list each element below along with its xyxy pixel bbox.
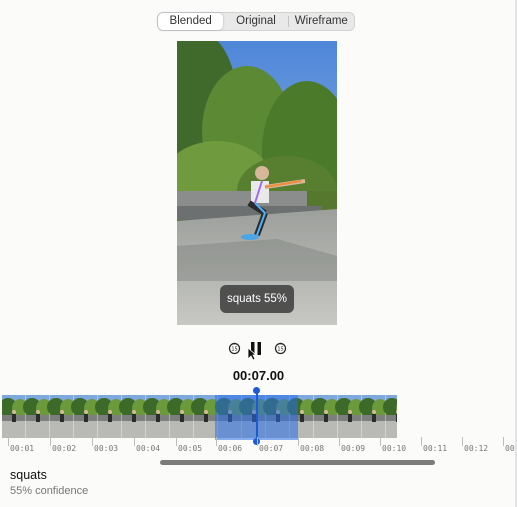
ruler-tick: [92, 437, 93, 446]
ruler-label: 00:05: [178, 444, 203, 453]
mouse-cursor-icon: [246, 346, 258, 362]
current-time-display: 00:07.00: [232, 368, 285, 383]
view-mode-selector: Blended Original Wireframe: [157, 12, 355, 31]
forward-15-icon[interactable]: 15: [273, 340, 287, 356]
filmstrip-thumbnails: [2, 395, 397, 438]
playhead[interactable]: [256, 390, 258, 442]
ruler-tick: [380, 437, 381, 446]
filmstrip-frame: [47, 395, 76, 438]
ruler-label: 00:10: [382, 444, 407, 453]
ruler-label: 00:08: [300, 444, 325, 453]
filmstrip[interactable]: [2, 395, 397, 438]
timeline-ruler[interactable]: 00:01 00:02 00:03 00:04 00:05 00:06 00:0…: [0, 437, 517, 457]
filmstrip-frame: [95, 395, 124, 438]
ruler-label: 00:01: [10, 444, 35, 453]
ruler-label: 00:04: [136, 444, 161, 453]
ruler-label: 00:03: [94, 444, 119, 453]
detected-action-confidence: 55% confidence: [10, 485, 89, 497]
svg-text:15: 15: [277, 346, 283, 352]
filmstrip-frame: [359, 395, 388, 438]
ruler-tick: [339, 437, 340, 446]
ruler-tick: [50, 437, 51, 446]
filmstrip-frame: [71, 395, 100, 438]
ruler-tick: [176, 437, 177, 446]
ruler-label: 00:02: [52, 444, 77, 453]
filmstrip-frame: [119, 395, 148, 438]
video-player[interactable]: [177, 41, 337, 325]
filmstrip-frame: [167, 395, 196, 438]
filmstrip-frame: [2, 395, 28, 438]
ruler-tick: [8, 437, 9, 446]
ruler-tick: [503, 437, 504, 446]
ruler-label: 00:11: [423, 444, 448, 453]
ruler-tick: [298, 437, 299, 446]
ruler-tick: [421, 437, 422, 446]
ruler-tick: [134, 437, 135, 446]
playhead-top-handle[interactable]: [253, 387, 260, 394]
detected-action-name: squats: [10, 468, 47, 482]
ruler-tick: [462, 437, 463, 446]
ruler-tick: [257, 437, 258, 446]
ruler-label: 00:: [505, 444, 515, 453]
filmstrip-frame: [143, 395, 172, 438]
filmstrip-frame: [311, 395, 340, 438]
svg-text:15: 15: [231, 346, 237, 352]
ruler-tick: [216, 437, 217, 446]
view-mode-original[interactable]: Original: [223, 13, 289, 30]
ruler-label: 00:07: [259, 444, 284, 453]
view-mode-blended[interactable]: Blended: [158, 13, 224, 30]
filmstrip-frame: [23, 395, 52, 438]
video-frame: [177, 41, 337, 325]
prediction-overlay-label: squats 55%: [220, 285, 294, 313]
rewind-15-icon[interactable]: 15: [227, 340, 241, 356]
filmstrip-frame: [335, 395, 364, 438]
view-mode-wireframe[interactable]: Wireframe: [289, 13, 354, 30]
view-mode-original-label: Original: [236, 15, 276, 27]
ruler-label: 00:09: [341, 444, 366, 453]
ruler-label: 00:12: [464, 444, 489, 453]
ruler-label: 00:06: [218, 444, 243, 453]
timeline-scrollbar[interactable]: [160, 460, 435, 465]
